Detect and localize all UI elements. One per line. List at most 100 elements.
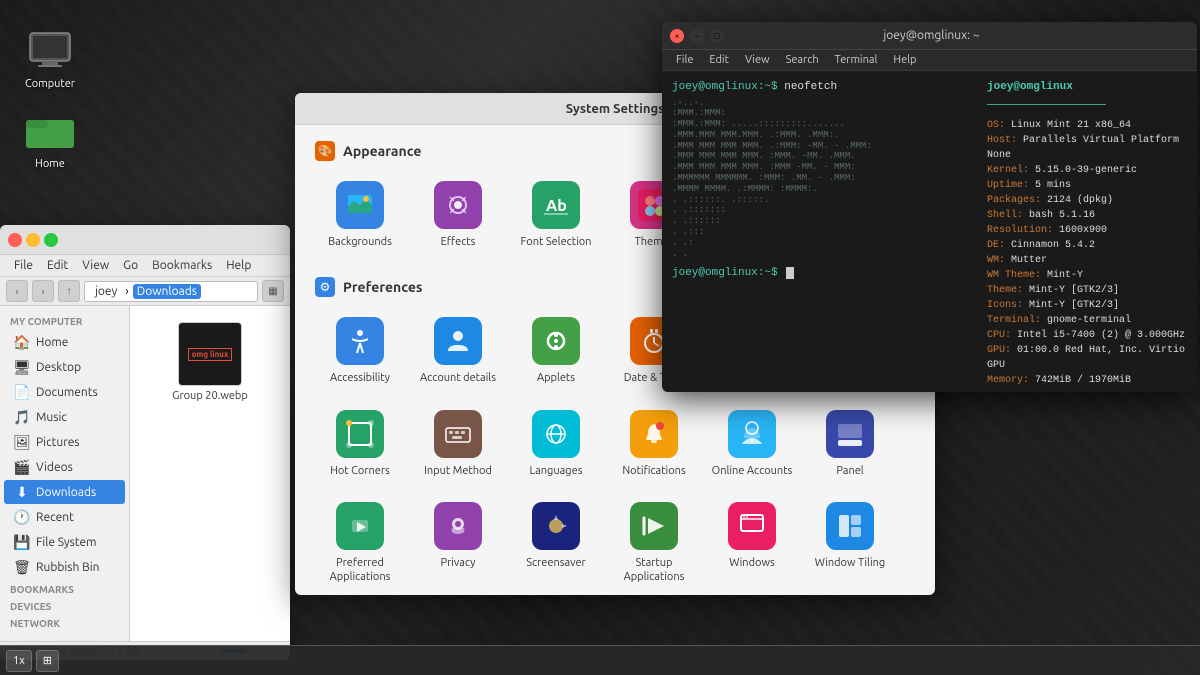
- effects-icon: [434, 181, 482, 229]
- ss-item-font-selection[interactable]: Ab Font Selection: [511, 173, 601, 257]
- taskbar-btn-1x[interactable]: 1x: [6, 650, 32, 672]
- fm-min-btn[interactable]: [26, 233, 40, 247]
- term-menu-edit[interactable]: Edit: [701, 52, 737, 68]
- ss-item-panel[interactable]: Panel: [805, 402, 895, 486]
- downloads-sidebar-icon: ⬇: [14, 484, 30, 500]
- sidebar-item-rubbish[interactable]: 🗑 Rubbish Bin: [4, 555, 125, 579]
- fm-back-btn[interactable]: ‹: [6, 280, 28, 302]
- sidebar-home-label: Home: [36, 336, 68, 349]
- fm-max-btn[interactable]: [44, 233, 58, 247]
- ss-item-startup-applications[interactable]: Startup Applications: [609, 494, 699, 593]
- fm-menu-bookmarks[interactable]: Bookmarks: [146, 257, 218, 274]
- sidebar-item-home[interactable]: 🏠 Home: [4, 330, 125, 354]
- term-info-line: Kernel: 5.15.0-39-generic: [987, 163, 1187, 178]
- term-cursor: [786, 267, 794, 279]
- sidebar-recent-label: Recent: [36, 511, 74, 524]
- applets-label: Applets: [537, 371, 575, 385]
- documents-sidebar-icon: 📄: [14, 384, 30, 400]
- ss-item-notifications[interactable]: Notifications: [609, 402, 699, 486]
- ss-item-preferred-applications[interactable]: Preferred Applications: [315, 494, 405, 593]
- fm-menu-view[interactable]: View: [76, 257, 115, 274]
- location-joey[interactable]: joey: [91, 284, 121, 299]
- desktop-icon-home[interactable]: Home: [10, 100, 90, 176]
- fm-forward-btn[interactable]: ›: [32, 280, 54, 302]
- sidebar-item-documents[interactable]: 📄 Documents: [4, 380, 125, 404]
- taskbar: 1x ⊞: [0, 645, 1200, 675]
- window-tiling-label: Window Tiling: [815, 556, 885, 570]
- sidebar-desktop-label: Desktop: [36, 361, 81, 374]
- neofetch-art: .-..-. :MMM.:MMM: :MMM.:MMM: .....::::::…: [672, 98, 979, 260]
- term-max-btn[interactable]: □: [710, 29, 724, 43]
- languages-label: Languages: [530, 464, 583, 478]
- sidebar-item-filesystem[interactable]: 💾 File System: [4, 530, 125, 554]
- term-min-btn[interactable]: −: [690, 29, 704, 43]
- term-info-line: WM: Mutter: [987, 253, 1187, 268]
- hot-corners-icon: [336, 410, 384, 458]
- window-tiling-icon: [826, 502, 874, 550]
- term-titlebar: × − □ joey@omglinux: ~: [662, 22, 1197, 50]
- font-selection-label: Font Selection: [521, 235, 592, 249]
- fm-up-btn[interactable]: ↑: [58, 280, 80, 302]
- term-body: joey@omglinux:~$ neofetch .-..-. :MMM.:M…: [662, 71, 1197, 392]
- term-close-btn[interactable]: ×: [670, 29, 684, 43]
- ss-item-accessibility[interactable]: Accessibility: [315, 309, 405, 393]
- term-menu-terminal[interactable]: Terminal: [827, 52, 886, 68]
- fm-content-area: omg linux Group 20.webp: [130, 306, 290, 641]
- accessibility-icon: [336, 317, 384, 365]
- sidebar-item-recent[interactable]: 🕐 Recent: [4, 505, 125, 529]
- ss-item-languages[interactable]: Languages: [511, 402, 601, 486]
- location-downloads[interactable]: Downloads: [133, 284, 201, 299]
- fm-location-bar[interactable]: joey › Downloads: [84, 281, 258, 302]
- home-folder-icon: [26, 106, 74, 154]
- sidebar-item-pictures[interactable]: 🖼 Pictures: [4, 430, 125, 454]
- fm-view-btn[interactable]: ▦: [262, 280, 284, 302]
- input-method-label: Input Method: [424, 464, 492, 478]
- file-item-group20[interactable]: omg linux Group 20.webp: [166, 316, 254, 408]
- taskbar-btn-grid[interactable]: ⊞: [36, 650, 59, 672]
- appearance-section-icon: 🎨: [315, 141, 335, 161]
- term-menu-search[interactable]: Search: [778, 52, 827, 68]
- music-sidebar-icon: 🎵: [14, 409, 30, 425]
- term-prompt2-line: joey@omglinux:~$: [672, 265, 979, 282]
- fm-menu-file[interactable]: File: [8, 257, 39, 274]
- sidebar-item-videos[interactable]: 🎬 Videos: [4, 455, 125, 479]
- ss-item-hot-corners[interactable]: Hot Corners: [315, 402, 405, 486]
- fm-menu-go[interactable]: Go: [117, 257, 144, 274]
- fm-body: My Computer 🏠 Home 🖥 Desktop 📄 Documents…: [0, 306, 290, 641]
- term-prompt2: joey@omglinux:~$: [672, 267, 778, 279]
- online-accounts-label: Online Accounts: [712, 464, 793, 478]
- term-info-line: Shell: bash 5.1.16: [987, 208, 1187, 223]
- sidebar-item-music[interactable]: 🎵 Music: [4, 405, 125, 429]
- ss-item-online-accounts[interactable]: Online Accounts: [707, 402, 797, 486]
- my-computer-section-title: My Computer: [0, 312, 129, 329]
- ss-item-privacy[interactable]: Privacy: [413, 494, 503, 593]
- ss-item-account-details[interactable]: Account details: [413, 309, 503, 393]
- term-menu-help[interactable]: Help: [885, 52, 924, 68]
- ss-item-screensaver[interactable]: Screensaver: [511, 494, 601, 593]
- term-title: joey@omglinux: ~: [724, 29, 1139, 42]
- term-menu-view[interactable]: View: [737, 52, 778, 68]
- ss-item-effects[interactable]: Effects: [413, 173, 503, 257]
- ss-item-windows[interactable]: Windows: [707, 494, 797, 593]
- ss-item-applets[interactable]: Applets: [511, 309, 601, 393]
- term-window-controls: × − □: [670, 29, 724, 43]
- recent-sidebar-icon: 🕐: [14, 509, 30, 525]
- term-menu-file[interactable]: File: [668, 52, 701, 68]
- fm-toolbar: ‹ › ↑ joey › Downloads ▦: [0, 277, 290, 306]
- fm-menubar: File Edit View Go Bookmarks Help: [0, 255, 290, 277]
- sidebar-item-downloads[interactable]: ⬇ Downloads: [4, 480, 125, 504]
- ss-item-input-method[interactable]: Input Method: [413, 402, 503, 486]
- fm-menu-edit[interactable]: Edit: [41, 257, 74, 274]
- sidebar-item-desktop[interactable]: 🖥 Desktop: [4, 355, 125, 379]
- term-info-line: DE: Cinnamon 5.4.2: [987, 238, 1187, 253]
- desktop-icon-computer[interactable]: Computer: [10, 20, 90, 96]
- home-sidebar-icon: 🏠: [14, 334, 30, 350]
- term-info-line: CPU: Intel i5-7400 (2) @ 3.000GHz: [987, 328, 1187, 343]
- applets-icon: [532, 317, 580, 365]
- fm-menu-help[interactable]: Help: [220, 257, 257, 274]
- ss-item-backgrounds[interactable]: Backgrounds: [315, 173, 405, 257]
- sidebar-pictures-label: Pictures: [36, 436, 80, 449]
- ss-item-window-tiling[interactable]: Window Tiling: [805, 494, 895, 593]
- fm-close-btn[interactable]: [8, 233, 22, 247]
- term-info-line: Theme: Mint-Y [GTK2/3]: [987, 283, 1187, 298]
